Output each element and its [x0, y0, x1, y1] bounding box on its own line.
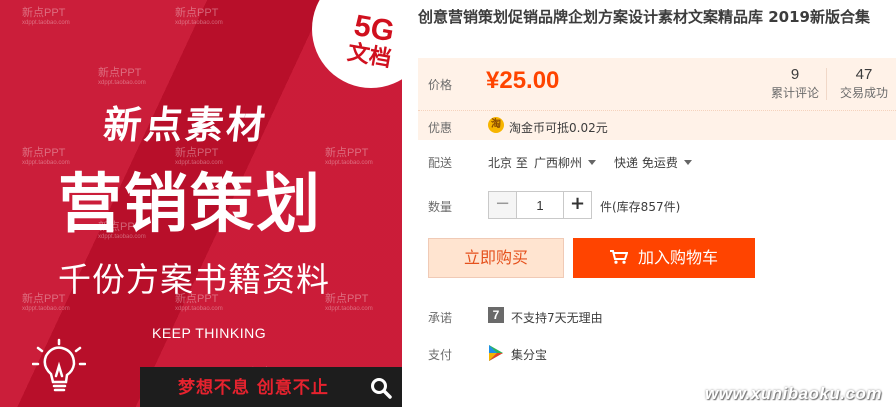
image-watermark: 新点PPTxdppt.taobao.com — [325, 293, 373, 313]
payment-label: 支付 — [428, 348, 453, 362]
site-watermark: www.xunibaoku.com — [705, 384, 882, 403]
shipping-label: 配送 — [428, 156, 453, 170]
image-slogan: 梦想不息 创意不止 — [178, 378, 329, 398]
payment-row: 支付 集分宝 — [418, 343, 896, 365]
chevron-down-icon — [683, 160, 692, 165]
shipping-method-select[interactable]: 快递 免运费 — [614, 154, 692, 171]
image-watermark: 新点PPTxdppt.taobao.com — [22, 147, 70, 167]
product-main-image[interactable]: 新点PPT xdppt.taobao.com 新点PPT xdppt.taobao.… — [0, 0, 402, 407]
quantity-decrease-button[interactable]: − — [489, 192, 517, 218]
quantity-row: 数量 − + 件(库存857件) — [418, 190, 896, 220]
chevron-down-icon — [588, 160, 597, 165]
add-to-cart-button[interactable]: 加入购物车 — [573, 238, 755, 278]
product-title: 创意营销策划促销品牌企划方案设计素材文案精品库 2019新版合集 — [418, 8, 870, 26]
image-headline: 营销策划 — [58, 168, 322, 242]
shipping-destination-select[interactable]: 广西柳州 — [534, 154, 597, 171]
stock-text: 件(库存857件) — [600, 200, 681, 214]
buy-now-button[interactable]: 立即购买 — [428, 238, 564, 278]
quantity-stepper: − + — [488, 191, 592, 219]
sales-count: 47 — [855, 66, 873, 83]
seven-day-return-icon: 7 — [488, 307, 504, 323]
image-tagline: KEEP THINKING — [152, 325, 267, 341]
image-watermark: 新点PPTxdppt.taobao.com — [325, 147, 373, 167]
image-watermark: 新点PPTxdppt.taobao.com — [175, 147, 223, 167]
taobao-coin-icon: 淘 — [488, 117, 504, 133]
shipping-destination: 广西柳州 — [534, 156, 583, 170]
add-to-cart-label: 加入购物车 — [637, 248, 718, 267]
price-box: 价格 ¥25.00 9 累计评论 47 交易成功 — [418, 58, 896, 110]
promise-text: 不支持7天无理由 — [511, 311, 603, 325]
promise-label: 承诺 — [428, 311, 453, 325]
product-detail-panel: 创意营销策划促销品牌企划方案设计素材文案精品库 2019新版合集 价格 ¥25.… — [418, 0, 896, 407]
image-watermark: 新点PPTxdppt.taobao.com — [175, 7, 223, 27]
5g-document-badge-text: 5G 文档 — [345, 8, 397, 72]
promotion-label: 优惠 — [428, 121, 453, 135]
jifenbao-icon — [489, 345, 503, 361]
image-watermark: 新点PPTxdppt.taobao.com — [22, 7, 70, 27]
review-count-stat[interactable]: 9 累计评论 — [770, 66, 820, 102]
shopping-cart-icon — [609, 250, 628, 264]
image-subline: 千份方案书籍资料 — [58, 260, 330, 299]
payment-text: 集分宝 — [511, 348, 548, 362]
sales-count-stat: 47 交易成功 — [838, 66, 890, 102]
stat-divider — [826, 68, 827, 100]
price-label: 价格 — [428, 78, 453, 92]
quantity-label: 数量 — [428, 200, 453, 214]
quantity-input[interactable] — [517, 192, 563, 218]
review-count-label: 累计评论 — [770, 86, 819, 100]
shipping-row: 配送 北京 至 广西柳州 快递 免运费 — [418, 150, 896, 174]
image-watermark: 新点PPTxdppt.taobao.com — [98, 67, 146, 87]
shipping-origin: 北京 至 — [488, 156, 528, 170]
zoom-magnifier-icon[interactable] — [370, 377, 392, 399]
quantity-increase-button[interactable]: + — [563, 192, 591, 218]
sales-count-label: 交易成功 — [839, 86, 888, 100]
promotion-text: 淘金币可抵0.02元 — [509, 121, 608, 135]
shipping-method: 快递 免运费 — [614, 156, 678, 170]
price-value: ¥25.00 — [486, 67, 560, 94]
review-count: 9 — [790, 66, 800, 83]
promise-row: 承诺 7 不支持7天无理由 — [418, 306, 896, 326]
promotion-row: 优惠 淘 淘金币可抵0.02元 — [418, 110, 896, 140]
brand-calligraphy: 新点素材 — [101, 102, 271, 147]
